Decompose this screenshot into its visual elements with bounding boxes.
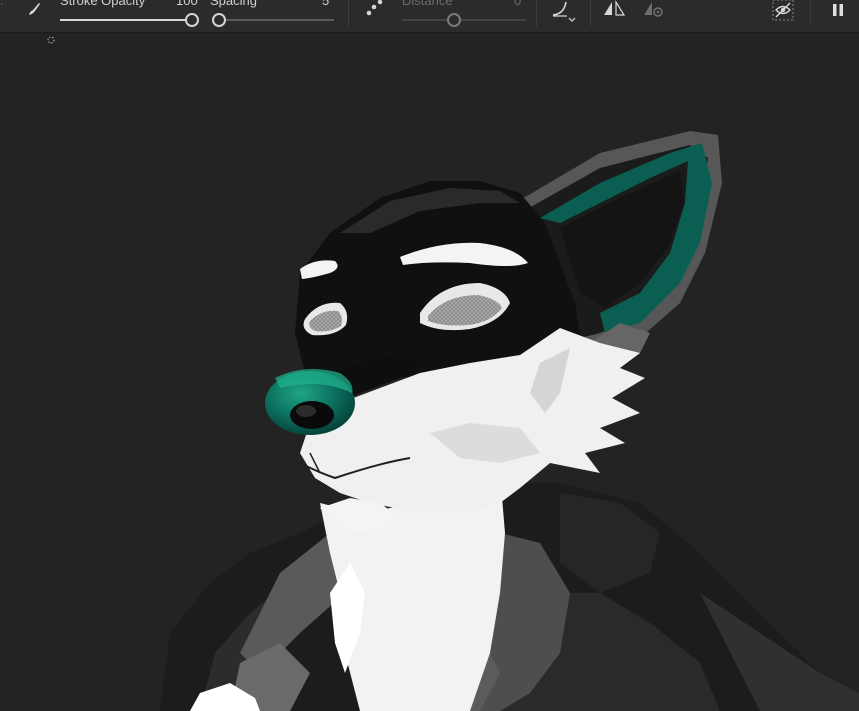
toolbar-cut-text: : — [0, 0, 4, 8]
viewport-canvas[interactable] — [0, 33, 859, 711]
pressure-curve-icon[interactable] — [550, 0, 580, 25]
stroke-opacity-slider[interactable] — [185, 13, 199, 27]
top-toolbar: : Stroke Opacity 100 Spacing 5 Distance … — [0, 0, 859, 33]
stroke-opacity-value: 100 — [176, 0, 198, 8]
toolbar-separator — [590, 0, 591, 26]
mirror-symmetry-icon[interactable] — [602, 0, 626, 18]
scatter-dots-icon[interactable] — [365, 0, 385, 18]
toolbar-separator — [536, 0, 537, 26]
stroke-opacity-label: Stroke Opacity — [60, 0, 146, 8]
brush-icon[interactable] — [26, 1, 42, 17]
character-model — [160, 131, 859, 711]
spacing-track[interactable] — [218, 19, 334, 21]
pause-icon[interactable] — [831, 3, 845, 17]
distance-label: Distance — [402, 0, 453, 8]
stroke-opacity-fill — [60, 19, 192, 21]
spacing-slider[interactable] — [212, 13, 226, 27]
eye-hidden-icon[interactable] — [772, 0, 794, 21]
mirror-settings-icon[interactable] — [642, 0, 666, 20]
distance-track[interactable] — [402, 19, 526, 21]
distance-value: 0 — [514, 0, 522, 8]
spacing-value: 5 — [322, 0, 330, 8]
toolbar-separator — [810, 0, 811, 26]
toolbar-separator — [348, 0, 349, 26]
distance-slider[interactable] — [447, 13, 461, 27]
spacing-label: Spacing — [210, 0, 257, 8]
